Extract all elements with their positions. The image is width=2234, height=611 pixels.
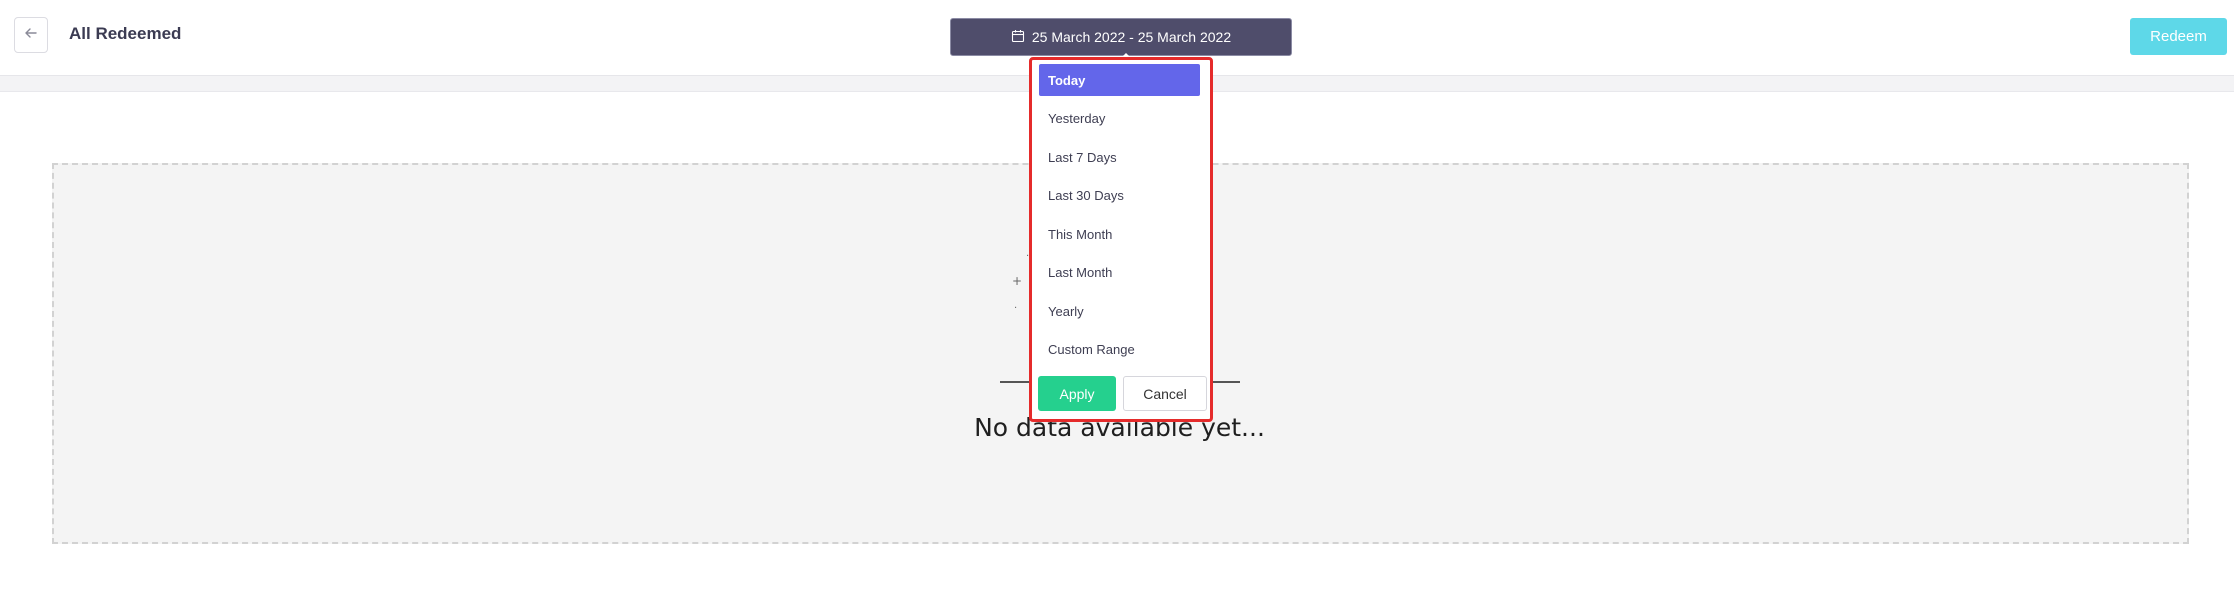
svg-text:·: · xyxy=(1014,303,1017,314)
range-option-yearly[interactable]: Yearly xyxy=(1039,295,1200,327)
range-option-last-7-days[interactable]: Last 7 Days xyxy=(1039,141,1200,173)
range-option-last-month[interactable]: Last Month xyxy=(1039,257,1200,289)
apply-button[interactable]: Apply xyxy=(1038,376,1116,411)
range-option-yesterday[interactable]: Yesterday xyxy=(1039,103,1200,135)
date-range-button[interactable]: 25 March 2022 - 25 March 2022 xyxy=(950,18,1292,59)
range-option-last-30-days[interactable]: Last 30 Days xyxy=(1039,180,1200,212)
arrow-left-icon xyxy=(23,25,39,46)
svg-text:+: + xyxy=(1012,274,1022,288)
date-range-label: 25 March 2022 - 25 March 2022 xyxy=(1031,29,1232,45)
range-option-today[interactable]: Today xyxy=(1039,64,1200,96)
back-button[interactable] xyxy=(14,17,48,53)
date-range-dropdown: Today Yesterday Last 7 Days Last 30 Days… xyxy=(1029,57,1213,422)
page-title: All Redeemed xyxy=(69,24,182,43)
calendar-icon xyxy=(1011,29,1025,46)
range-option-this-month[interactable]: This Month xyxy=(1039,218,1200,250)
cancel-button[interactable]: Cancel xyxy=(1123,376,1207,411)
range-option-custom-range[interactable]: Custom Range xyxy=(1039,334,1200,366)
redeem-button[interactable]: Redeem xyxy=(2130,18,2227,55)
